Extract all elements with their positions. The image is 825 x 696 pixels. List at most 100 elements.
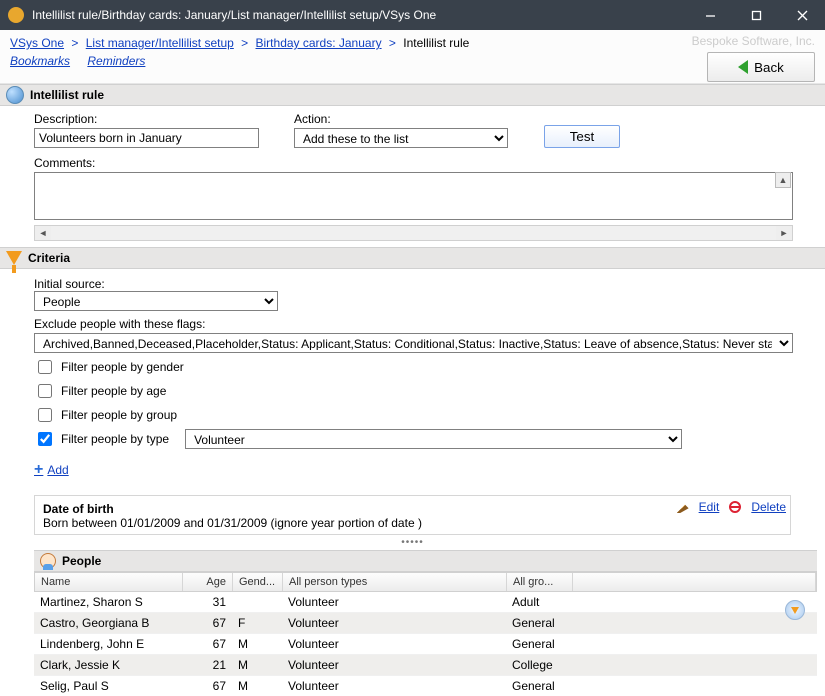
cell-group: General <box>506 616 572 630</box>
add-filter-label: Add <box>47 463 68 477</box>
funnel-icon <box>791 607 799 614</box>
exclude-flags-label: Exclude people with these flags: <box>34 317 791 331</box>
maximize-button[interactable] <box>733 0 779 30</box>
section-title-criteria: Criteria <box>28 251 70 265</box>
table-filter-button[interactable] <box>785 600 805 620</box>
bookmarks-link[interactable]: Bookmarks <box>10 54 70 68</box>
filter-age-label: Filter people by age <box>61 384 166 398</box>
header-links: Bookmarks Reminders <box>0 52 825 70</box>
cell-gender: M <box>232 658 282 672</box>
section-title-people: People <box>62 554 101 568</box>
cell-gender: M <box>232 679 282 693</box>
back-button[interactable]: Back <box>707 52 815 82</box>
header: VSys One > List manager/Intellilist setu… <box>0 30 825 84</box>
section-bullet-icon <box>6 86 24 104</box>
minimize-button[interactable] <box>687 0 733 30</box>
scroll-up-button[interactable]: ▲ <box>775 172 791 188</box>
funnel-icon <box>6 251 22 265</box>
cell-group: College <box>506 658 572 672</box>
filter-type-checkbox[interactable] <box>38 432 52 446</box>
cell-group: General <box>506 679 572 693</box>
dob-text: Born between 01/01/2009 and 01/31/2009 (… <box>43 516 782 530</box>
filter-gender-row: Filter people by gender <box>34 357 791 377</box>
cell-age: 67 <box>182 616 232 630</box>
filter-group-row: Filter people by group <box>34 405 791 425</box>
people-table-body: Martinez, Sharon S31VolunteerAdultCastro… <box>34 592 817 696</box>
comments-hscrollbar[interactable]: ◄ ► <box>34 225 793 241</box>
back-arrow-icon <box>738 60 748 74</box>
section-criteria: Criteria <box>0 247 825 269</box>
comments-label: Comments: <box>34 156 95 170</box>
cell-age: 67 <box>182 637 232 651</box>
cell-name: Selig, Paul S <box>34 679 182 693</box>
exclude-flags-select[interactable]: Archived,Banned,Deceased,Placeholder,Sta… <box>34 333 793 353</box>
date-of-birth-panel: Edit Delete Date of birth Born between 0… <box>34 495 791 535</box>
action-label: Action: <box>294 112 514 126</box>
description-label: Description: <box>34 112 264 126</box>
breadcrumb-current: Intellilist rule <box>403 36 469 50</box>
edit-icon <box>677 501 689 513</box>
section-people: People <box>34 550 817 572</box>
initial-source-label: Initial source: <box>34 277 105 291</box>
table-row[interactable]: Lindenberg, John E67MVolunteerGeneral <box>34 634 817 655</box>
filter-age-checkbox[interactable] <box>38 384 52 398</box>
filter-type-select[interactable]: Volunteer <box>185 429 682 449</box>
cell-age: 31 <box>182 595 232 609</box>
section-intellilist-rule: Intellilist rule <box>0 84 825 106</box>
section-title: Intellilist rule <box>30 88 104 102</box>
action-select[interactable]: Add these to the list <box>294 128 508 148</box>
cell-type: Volunteer <box>282 637 506 651</box>
window-titlebar: Intellilist rule/Birthday cards: January… <box>0 0 825 30</box>
filter-gender-label: Filter people by gender <box>61 360 184 374</box>
breadcrumb-link-0[interactable]: VSys One <box>10 36 64 50</box>
cell-age: 21 <box>182 658 232 672</box>
initial-source-select[interactable]: People <box>34 291 278 311</box>
col-gender[interactable]: Gend... <box>233 573 283 591</box>
table-row[interactable]: Castro, Georgiana B67FVolunteerGeneral <box>34 613 817 634</box>
cell-name: Martinez, Sharon S <box>34 595 182 609</box>
cell-name: Clark, Jessie K <box>34 658 182 672</box>
table-row[interactable]: Selig, Paul S67MVolunteerGeneral <box>34 676 817 696</box>
plus-icon: + <box>34 461 43 479</box>
comments-textarea[interactable] <box>34 172 793 220</box>
table-row[interactable]: Clark, Jessie K21MVolunteerCollege <box>34 655 817 676</box>
filter-type-row: Filter people by type Volunteer <box>34 429 791 449</box>
edit-link[interactable]: Edit <box>699 500 720 514</box>
cell-age: 67 <box>182 679 232 693</box>
app-icon <box>8 7 24 23</box>
cell-type: Volunteer <box>282 595 506 609</box>
cell-gender: F <box>232 616 282 630</box>
close-button[interactable] <box>779 0 825 30</box>
breadcrumb-link-1[interactable]: List manager/Intellilist setup <box>86 36 234 50</box>
cell-name: Castro, Georgiana B <box>34 616 182 630</box>
description-input[interactable] <box>34 128 259 148</box>
filter-gender-checkbox[interactable] <box>38 360 52 374</box>
filter-group-checkbox[interactable] <box>38 408 52 422</box>
breadcrumb-link-2[interactable]: Birthday cards: January <box>256 36 382 50</box>
people-table-header: Name Age Gend... All person types All gr… <box>34 572 817 592</box>
cell-type: Volunteer <box>282 616 506 630</box>
col-age[interactable]: Age <box>183 573 233 591</box>
person-icon <box>40 553 56 569</box>
col-name[interactable]: Name <box>35 573 183 591</box>
test-button[interactable]: Test <box>544 125 620 148</box>
add-filter-link[interactable]: + Add <box>34 461 69 479</box>
window-title: Intellilist rule/Birthday cards: January… <box>32 8 687 22</box>
scroll-right-button[interactable]: ► <box>776 226 792 240</box>
cell-group: Adult <box>506 595 572 609</box>
col-group[interactable]: All gro... <box>507 573 573 591</box>
col-spacer <box>573 573 816 591</box>
filter-type-label: Filter people by type <box>61 432 169 446</box>
scroll-left-button[interactable]: ◄ <box>35 226 51 240</box>
reminders-link[interactable]: Reminders <box>87 54 145 68</box>
cell-group: General <box>506 637 572 651</box>
delete-link[interactable]: Delete <box>751 500 786 514</box>
filter-group-label: Filter people by group <box>61 408 177 422</box>
vendor-label: Bespoke Software, Inc. <box>692 34 815 48</box>
filter-age-row: Filter people by age <box>34 381 791 401</box>
splitter-handle[interactable]: ••••• <box>0 537 825 548</box>
delete-icon <box>729 501 741 513</box>
table-row[interactable]: Martinez, Sharon S31 VolunteerAdult <box>34 592 817 613</box>
cell-type: Volunteer <box>282 658 506 672</box>
col-type[interactable]: All person types <box>283 573 507 591</box>
